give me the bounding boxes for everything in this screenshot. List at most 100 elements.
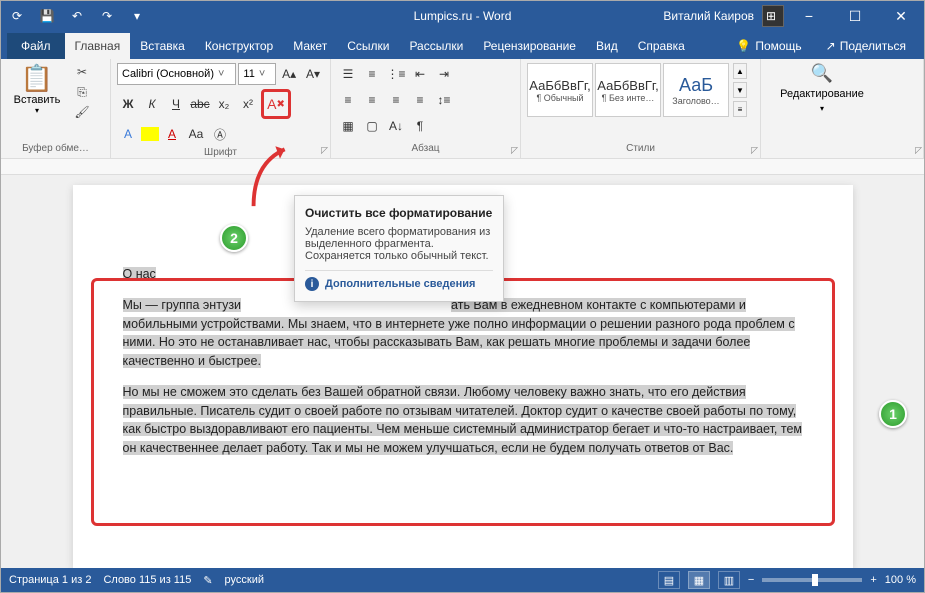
grow-font-icon[interactable]: A▴ — [278, 63, 300, 85]
paste-button[interactable]: 📋 Вставить ▾ — [7, 63, 67, 121]
window-title: Lumpics.ru - Word — [414, 9, 512, 23]
tooltip: Очистить все форматирование Удаление все… — [294, 195, 504, 302]
underline-button[interactable]: Ч — [165, 93, 187, 115]
ribbon-tabs: Файл Главная Вставка Конструктор Макет С… — [1, 31, 924, 59]
tab-view[interactable]: Вид — [586, 33, 628, 59]
strikethrough-button[interactable]: abc — [189, 93, 211, 115]
search-icon: 🔍 — [811, 63, 833, 84]
shrink-font-icon[interactable]: A▾ — [302, 63, 324, 85]
zoom-out-icon[interactable]: − — [748, 574, 754, 586]
title-bar: ⟳ 💾 ↶ ↷ ▾ Lumpics.ru - Word Виталий Каир… — [1, 1, 924, 31]
cut-icon[interactable]: ✂ — [71, 63, 93, 81]
tooltip-more-link[interactable]: i Дополнительные сведения — [305, 270, 493, 291]
clipboard-launcher-icon[interactable]: ◸ — [915, 145, 922, 156]
styles-group-label: Стили — [527, 141, 754, 156]
tab-design[interactable]: Конструктор — [195, 33, 283, 59]
ribbon-options-icon[interactable]: ⊞ — [756, 1, 786, 31]
bullets-icon[interactable]: ☰ — [337, 63, 359, 85]
ruler[interactable] — [1, 159, 924, 175]
font-size-combo[interactable]: 11˅ — [238, 63, 276, 85]
bold-button[interactable]: Ж — [117, 93, 139, 115]
text-effects-icon[interactable]: A — [117, 123, 139, 145]
show-marks-icon[interactable]: ¶ — [409, 115, 431, 137]
editing-button[interactable]: 🔍 Редактирование ▾ — [767, 63, 877, 113]
style-no-spacing[interactable]: АаБбВвГг, ¶ Без инте… — [595, 63, 661, 117]
line-spacing-icon[interactable]: ↕≡ — [433, 89, 455, 111]
clipboard-group-label: Буфер обме… — [7, 141, 104, 156]
increase-indent-icon[interactable]: ⇥ — [433, 63, 455, 85]
superscript-button[interactable]: x² — [237, 93, 259, 115]
annotation-marker-1: 1 — [879, 400, 907, 428]
shading-icon[interactable]: ▦ — [337, 115, 359, 137]
qat-customize-icon[interactable]: ▾ — [125, 4, 149, 28]
align-center-icon[interactable]: ≡ — [361, 89, 383, 111]
styles-more-icon[interactable]: ≡ — [733, 101, 747, 117]
multilevel-icon[interactable]: ⋮≡ — [385, 63, 407, 85]
info-icon: i — [305, 277, 319, 291]
tooltip-title: Очистить все форматирование — [305, 206, 493, 220]
char-border-icon[interactable]: Ⓐ — [209, 123, 231, 145]
save-icon[interactable]: 💾 — [35, 4, 59, 28]
paragraph-1[interactable]: Мы — группа энтузиать Вам в ежедневном к… — [123, 296, 803, 371]
tab-help[interactable]: Справка — [628, 33, 695, 59]
tab-insert[interactable]: Вставка — [130, 33, 195, 59]
close-button[interactable]: ✕ — [878, 1, 924, 31]
font-launcher-icon[interactable]: ◸ — [321, 145, 328, 156]
share-button[interactable]: ↗Поделиться — [816, 33, 916, 59]
clear-formatting-button[interactable]: A✖ — [261, 89, 291, 119]
paragraph-launcher-icon[interactable]: ◸ — [511, 145, 518, 156]
clipboard-icon: 📋 — [21, 63, 53, 94]
style-heading1[interactable]: АаБ Заголово… — [663, 63, 729, 117]
numbering-icon[interactable]: ≡ — [361, 63, 383, 85]
ribbon: 📋 Вставить ▾ ✂ ⎘ 🖌 Буфер обме… ◸ Calibri… — [1, 59, 924, 159]
font-color-icon[interactable]: A — [161, 123, 183, 145]
user-name[interactable]: Виталий Каиров — [663, 9, 754, 23]
web-layout-icon[interactable]: ▥ — [718, 571, 740, 589]
tab-layout[interactable]: Макет — [283, 33, 337, 59]
decrease-indent-icon[interactable]: ⇤ — [409, 63, 431, 85]
tell-me-button[interactable]: 💡Помощь — [726, 33, 811, 59]
borders-icon[interactable]: ▢ — [361, 115, 383, 137]
tab-references[interactable]: Ссылки — [337, 33, 399, 59]
copy-icon[interactable]: ⎘ — [71, 83, 93, 101]
zoom-slider[interactable] — [762, 578, 862, 582]
style-normal[interactable]: АаБбВвГг, ¶ Обычный — [527, 63, 593, 117]
autosave-icon[interactable]: ⟳ — [5, 4, 29, 28]
minimize-button[interactable]: − — [786, 1, 832, 31]
sort-icon[interactable]: A↓ — [385, 115, 407, 137]
paragraph-group-label: Абзац — [337, 141, 514, 156]
print-layout-icon[interactable]: ▦ — [688, 571, 710, 589]
tab-home[interactable]: Главная — [65, 33, 131, 59]
styles-down-icon[interactable]: ▼ — [733, 82, 747, 98]
font-group-label: Шрифт — [117, 145, 324, 160]
redo-icon[interactable]: ↷ — [95, 4, 119, 28]
zoom-level[interactable]: 100 % — [885, 574, 916, 586]
format-painter-icon[interactable]: 🖌 — [71, 103, 93, 121]
zoom-in-icon[interactable]: + — [870, 574, 876, 586]
page-indicator[interactable]: Страница 1 из 2 — [9, 574, 91, 586]
tab-review[interactable]: Рецензирование — [473, 33, 586, 59]
subscript-button[interactable]: x₂ — [213, 93, 235, 115]
spellcheck-icon[interactable]: ✎ — [203, 574, 212, 587]
tab-mailings[interactable]: Рассылки — [399, 33, 473, 59]
language-indicator[interactable]: русский — [225, 574, 264, 586]
undo-icon[interactable]: ↶ — [65, 4, 89, 28]
word-count[interactable]: Слово 115 из 115 — [103, 574, 191, 586]
styles-launcher-icon[interactable]: ◸ — [751, 145, 758, 156]
highlight-icon[interactable] — [141, 127, 159, 141]
align-right-icon[interactable]: ≡ — [385, 89, 407, 111]
italic-button[interactable]: К — [141, 93, 163, 115]
status-bar: Страница 1 из 2 Слово 115 из 115 ✎ русск… — [1, 568, 924, 592]
paragraph-2[interactable]: Но мы не сможем это сделать без Вашей об… — [123, 383, 803, 458]
styles-up-icon[interactable]: ▲ — [733, 63, 747, 79]
maximize-button[interactable]: ☐ — [832, 1, 878, 31]
change-case-icon[interactable]: Aa — [185, 123, 207, 145]
annotation-marker-2: 2 — [220, 224, 248, 252]
tooltip-body: Удаление всего форматирования из выделен… — [305, 226, 493, 262]
heading-text[interactable]: О нас — [123, 267, 156, 281]
read-mode-icon[interactable]: ▤ — [658, 571, 680, 589]
align-justify-icon[interactable]: ≡ — [409, 89, 431, 111]
align-left-icon[interactable]: ≡ — [337, 89, 359, 111]
font-name-combo[interactable]: Calibri (Основной)˅ — [117, 63, 236, 85]
tab-file[interactable]: Файл — [7, 33, 65, 59]
